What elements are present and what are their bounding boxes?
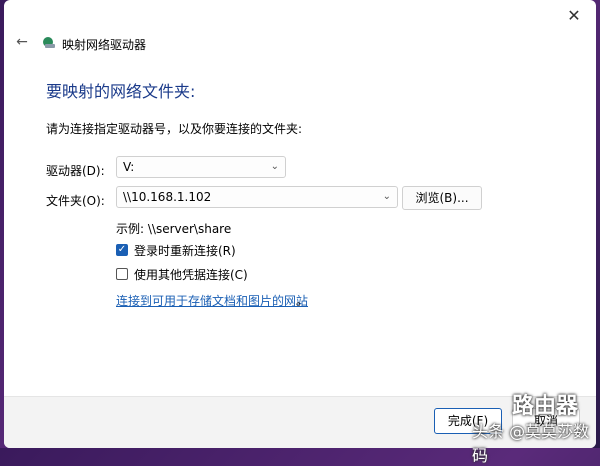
drive-value: V:	[123, 160, 135, 174]
chevron-down-icon: ⌄	[270, 161, 279, 172]
network-drive-icon	[43, 37, 55, 48]
website-link[interactable]: 连接到可用于存储文档和图片的网站	[116, 292, 308, 309]
drive-select[interactable]: V: ⌄	[116, 156, 286, 178]
reconnect-label[interactable]: 登录时重新连接(R)	[134, 242, 236, 259]
other-credentials-checkbox[interactable]	[116, 268, 128, 280]
other-credentials-label[interactable]: 使用其他凭据连接(C)	[134, 266, 248, 283]
watermark-caption: 头条 @莫莫莎数码	[472, 422, 590, 465]
folder-input[interactable]: \\10.168.1.102 ⌄	[116, 186, 398, 208]
example-text: 示例: \\server\share	[116, 222, 232, 236]
window-title: 映射网络驱动器	[62, 38, 147, 52]
folder-label: 文件夹(O):	[46, 194, 105, 208]
chevron-down-icon[interactable]: ⌄	[383, 187, 391, 207]
folder-value: \\10.168.1.102	[123, 190, 212, 204]
link-suffix: 。	[296, 294, 309, 308]
back-arrow-icon[interactable]: ←	[14, 34, 30, 50]
reconnect-checkbox[interactable]: ✓	[116, 244, 128, 256]
close-icon[interactable]: ✕	[562, 6, 586, 26]
watermark-brand: 路由器	[512, 394, 579, 419]
instruction-text: 请为连接指定驱动器号，以及你要连接的文件夹:	[46, 122, 303, 136]
map-network-drive-dialog: ✕ ← 映射网络驱动器 要映射的网络文件夹: 请为连接指定驱动器号，以及你要连接…	[4, 0, 596, 448]
browse-button[interactable]: 浏览(B)...	[402, 186, 482, 210]
page-heading: 要映射的网络文件夹:	[46, 82, 196, 101]
drive-label: 驱动器(D):	[46, 164, 105, 178]
